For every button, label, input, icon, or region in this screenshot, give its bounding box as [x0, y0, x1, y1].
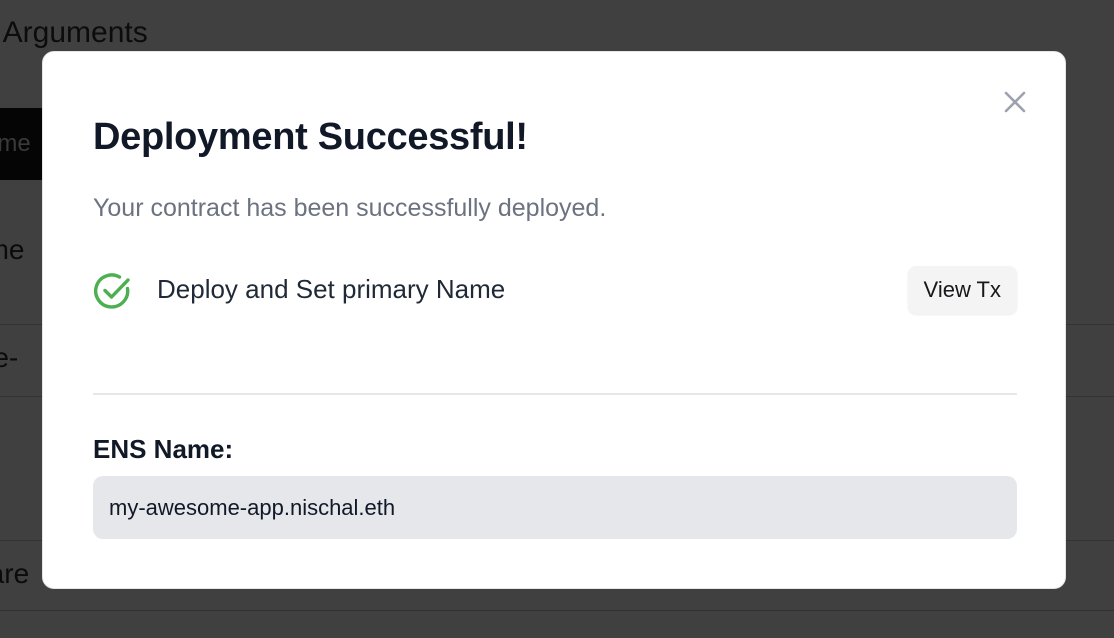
ens-name-field[interactable]	[93, 476, 1017, 539]
divider	[93, 393, 1017, 395]
deployment-success-dialog: Deployment Successful! Your contract has…	[42, 51, 1066, 589]
check-circle-icon	[93, 273, 130, 309]
step-label: Deploy and Set primary Name	[157, 274, 506, 304]
dialog-title: Deployment Successful!	[93, 116, 528, 158]
deployment-step: Deploy and Set primary Name View Tx	[93, 266, 1017, 316]
ens-name-label: ENS Name:	[93, 434, 234, 464]
dialog-subtitle: Your contract has been successfully depl…	[93, 194, 607, 222]
close-button[interactable]	[1001, 88, 1029, 116]
view-tx-button[interactable]: View Tx	[907, 266, 1017, 314]
close-icon	[1004, 91, 1026, 113]
